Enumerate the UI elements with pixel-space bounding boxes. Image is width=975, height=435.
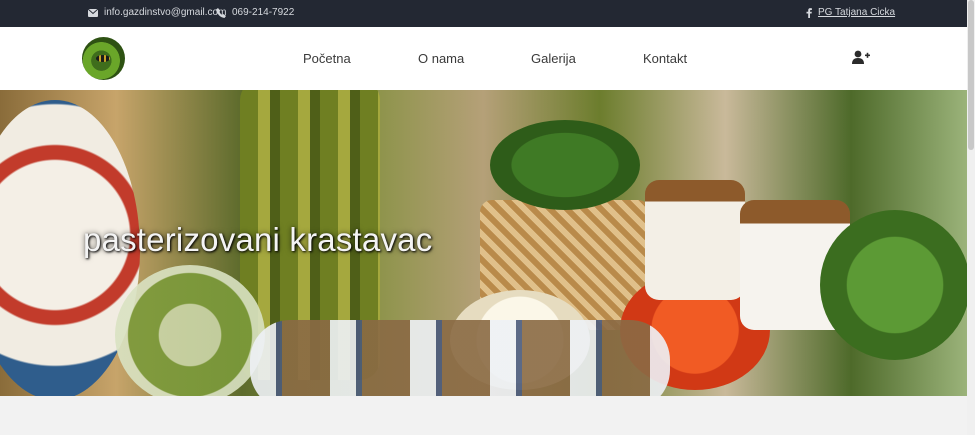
facebook-link[interactable]: PG Tatjana Cicka bbox=[806, 7, 895, 18]
facebook-text[interactable]: PG Tatjana Cicka bbox=[818, 7, 895, 18]
decor-small-jar bbox=[115, 265, 265, 396]
user-plus-icon bbox=[852, 50, 870, 64]
email-text[interactable]: info.gazdinstvo@gmail.com bbox=[104, 7, 226, 18]
hero-title: pasterizovani krastavac bbox=[83, 221, 433, 258]
top-info-bar: info.gazdinstvo@gmail.com 069-214-7922 P… bbox=[0, 0, 967, 27]
main-navbar: Početna O nama Galerija Kontakt bbox=[0, 27, 967, 90]
phone-text[interactable]: 069-214-7922 bbox=[232, 7, 294, 18]
user-plus-button[interactable] bbox=[852, 50, 870, 69]
scrollbar-thumb[interactable] bbox=[968, 0, 974, 150]
decor-cucumbers bbox=[490, 120, 640, 210]
nav-item-home[interactable]: Početna bbox=[303, 51, 351, 66]
decor-parsley bbox=[820, 210, 967, 360]
facebook-icon bbox=[806, 7, 812, 18]
phone-icon bbox=[216, 7, 226, 18]
bee-icon bbox=[96, 55, 110, 62]
nav-item-gallery[interactable]: Galerija bbox=[531, 51, 576, 66]
hero-banner: pasterizovani krastavac bbox=[0, 90, 967, 396]
nav-item-about[interactable]: O nama bbox=[418, 51, 464, 66]
envelope-icon bbox=[88, 8, 98, 17]
decor-cup-komeny bbox=[645, 180, 745, 300]
phone-contact[interactable]: 069-214-7922 bbox=[216, 7, 294, 18]
email-contact[interactable]: info.gazdinstvo@gmail.com bbox=[88, 7, 226, 18]
site-logo[interactable] bbox=[82, 37, 125, 80]
nav-item-contact[interactable]: Kontakt bbox=[643, 51, 687, 66]
decor-spoons bbox=[250, 320, 670, 396]
